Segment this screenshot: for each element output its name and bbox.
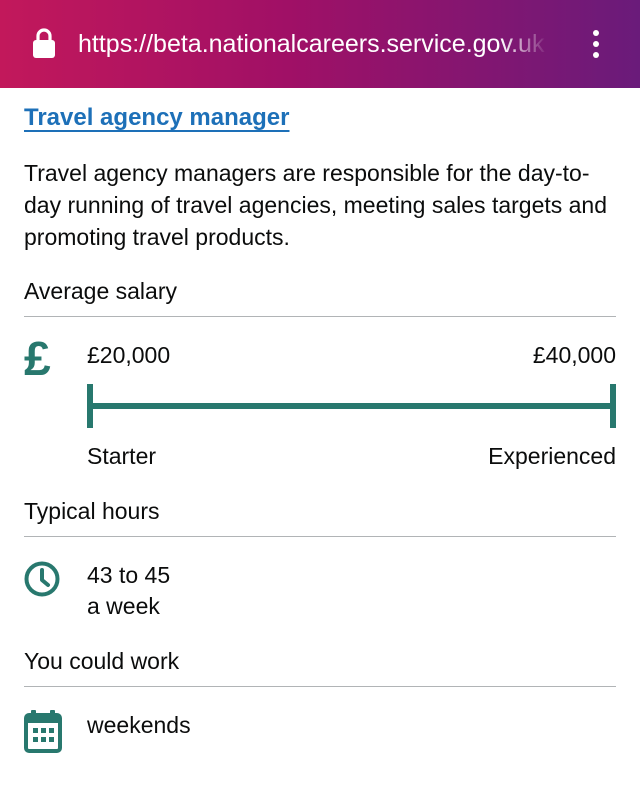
work-heading: You could work [24, 648, 180, 674]
salary-experienced-label: Experienced [488, 443, 616, 469]
pound-icon: £ [24, 333, 51, 386]
more-options-icon[interactable] [588, 30, 604, 60]
browser-address-bar: https://beta.nationalcareers.service.gov… [0, 0, 640, 88]
career-description: Travel agency managers are responsible f… [24, 160, 608, 250]
work-pattern-value: weekends [87, 712, 191, 738]
hours-period: a week [87, 593, 160, 619]
salary-divider [24, 316, 616, 317]
work-divider [24, 686, 616, 687]
lock-icon [33, 28, 55, 58]
salary-range-bar [87, 384, 616, 428]
url-text[interactable]: https://beta.nationalcareers.service.gov… [78, 30, 548, 59]
salary-starter-label: Starter [87, 443, 157, 469]
hours-heading: Typical hours [24, 498, 160, 524]
calendar-icon [24, 710, 62, 753]
salary-heading: Average salary [24, 278, 177, 304]
salary-starter-value: £20,000 [87, 342, 171, 368]
clock-icon [24, 561, 60, 597]
hours-divider [24, 536, 616, 537]
salary-experienced-value: £40,000 [532, 342, 616, 368]
hours-range: 43 to 45 [87, 562, 171, 588]
career-title-link[interactable]: Travel agency manager [24, 104, 289, 132]
